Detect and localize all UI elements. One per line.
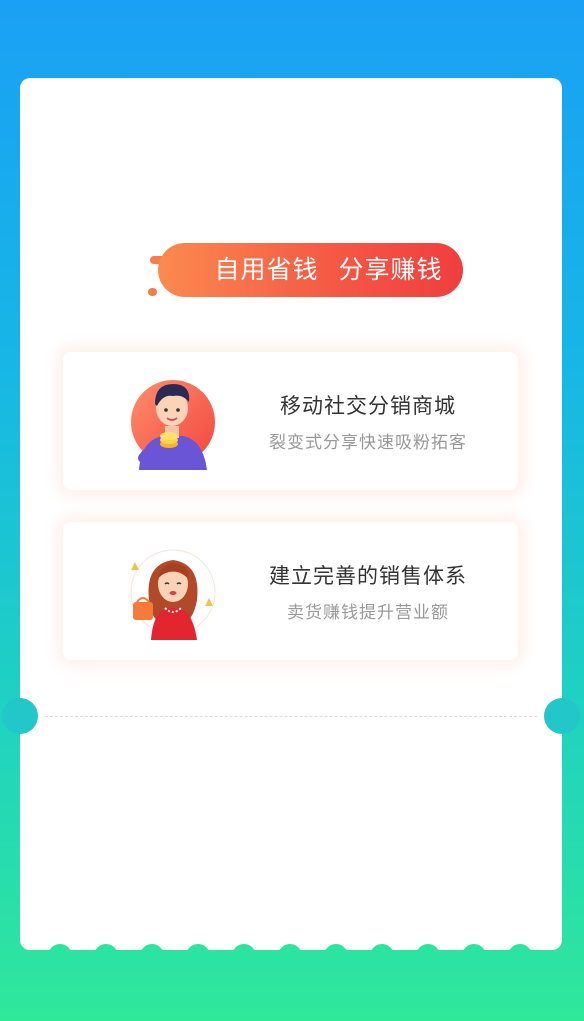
feature-title: 建立完善的销售体系 bbox=[269, 564, 467, 588]
woman-with-shopping-bags-icon bbox=[130, 549, 216, 640]
promo-card bbox=[20, 78, 562, 950]
speed-dot-icon bbox=[148, 288, 157, 296]
ticket-notch-right bbox=[544, 698, 580, 734]
scallop-decoration bbox=[370, 944, 394, 968]
slogan-share: 分享赚钱 bbox=[338, 255, 443, 284]
scallop-decoration bbox=[278, 944, 302, 968]
slogan-banner: 自用省钱 分享赚钱 bbox=[158, 243, 463, 297]
scalloped-edge bbox=[0, 944, 584, 974]
feature-title: 移动社交分销商城 bbox=[280, 394, 456, 418]
scallop-decoration bbox=[416, 944, 440, 968]
scallop-decoration bbox=[186, 944, 210, 968]
feature-description: 卖货赚钱提升营业额 bbox=[287, 603, 449, 623]
feature-card-sales-system[interactable]: 建立完善的销售体系 卖货赚钱提升营业额 bbox=[63, 522, 518, 660]
feature-card-social-mall[interactable]: 移动社交分销商城 裂变式分享快速吸粉拓客 bbox=[63, 352, 518, 490]
scallop-decoration bbox=[324, 944, 348, 968]
scallop-decoration bbox=[94, 944, 118, 968]
ticket-notch-left bbox=[2, 698, 38, 734]
scallop-decoration bbox=[48, 944, 72, 968]
scallop-decoration bbox=[462, 944, 486, 968]
scallop-decoration bbox=[140, 944, 164, 968]
app-screen: 自用省钱 分享赚钱 移动社交分销商城 裂变式分享快速吸粉拓客 建立完善的销售体系… bbox=[0, 0, 584, 1021]
scallop-decoration bbox=[508, 944, 532, 968]
man-holding-coins-icon bbox=[131, 380, 215, 470]
scallop-decoration bbox=[232, 944, 256, 968]
slogan-save: 自用省钱 bbox=[214, 255, 319, 284]
ticket-divider bbox=[45, 716, 537, 717]
feature-description: 裂变式分享快速吸粉拓客 bbox=[269, 433, 467, 453]
